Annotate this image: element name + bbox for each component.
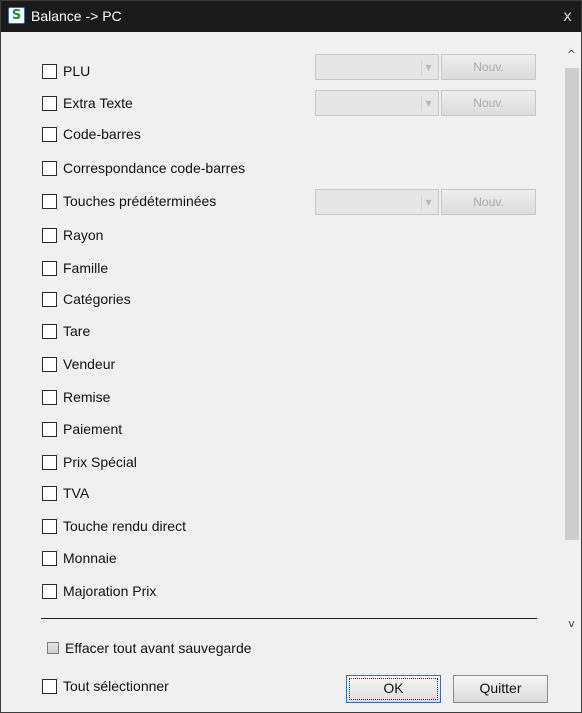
window-title: Balance -> PC bbox=[31, 8, 122, 24]
option-label: Vendeur bbox=[63, 356, 116, 372]
option-tva[interactable]: TVA bbox=[42, 483, 89, 503]
checkbox[interactable] bbox=[42, 63, 57, 79]
app-logo-icon: S bbox=[8, 7, 25, 24]
option-prix-special[interactable]: Prix Spécial bbox=[42, 452, 137, 472]
option-label: PLU bbox=[63, 63, 91, 79]
select-all-option[interactable]: Tout sélectionner bbox=[42, 676, 169, 696]
option-label: Extra Texte bbox=[63, 95, 133, 111]
ok-button[interactable]: OK bbox=[346, 675, 441, 703]
checkbox[interactable] bbox=[42, 421, 57, 437]
option-tare[interactable]: Tare bbox=[42, 321, 90, 341]
chevron-down-icon: ▼ bbox=[421, 195, 435, 210]
quit-button[interactable]: Quitter bbox=[453, 675, 548, 703]
option-label: Touche rendu direct bbox=[63, 518, 186, 534]
checkbox[interactable] bbox=[42, 95, 57, 111]
option-label: Majoration Prix bbox=[63, 583, 157, 599]
option-label: Rayon bbox=[63, 227, 104, 243]
checkbox[interactable] bbox=[42, 291, 57, 307]
option-vendeur[interactable]: Vendeur bbox=[42, 354, 115, 374]
option-touche-rendu-direct[interactable]: Touche rendu direct bbox=[42, 516, 186, 536]
checkbox[interactable] bbox=[42, 227, 57, 243]
checkbox[interactable] bbox=[42, 454, 57, 470]
option-famille[interactable]: Famille bbox=[42, 258, 108, 278]
plu-combo[interactable]: ▼ bbox=[315, 54, 439, 80]
scroll-thumb[interactable] bbox=[565, 68, 579, 540]
option-label: Remise bbox=[63, 389, 111, 405]
option-label: Code-barres bbox=[63, 126, 141, 142]
option-correspondance-code-barres[interactable]: Correspondance code-barres bbox=[42, 158, 245, 178]
checkbox[interactable] bbox=[42, 678, 57, 694]
option-paiement[interactable]: Paiement bbox=[42, 419, 122, 439]
option-label: Prix Spécial bbox=[63, 454, 137, 470]
checkbox[interactable] bbox=[42, 260, 57, 276]
option-rayon[interactable]: Rayon bbox=[42, 225, 103, 245]
options-panel: PLU ▼ Nouv. Extra Texte ▼ Nouv. Code-bar… bbox=[4, 32, 580, 632]
checkbox[interactable] bbox=[42, 193, 57, 209]
checkbox[interactable] bbox=[42, 518, 57, 534]
checkbox[interactable] bbox=[42, 323, 57, 339]
option-touches-predeterminees[interactable]: Touches prédéterminées bbox=[42, 191, 216, 211]
divider bbox=[41, 618, 537, 619]
chevron-down-icon: ▼ bbox=[421, 60, 435, 75]
vertical-scrollbar[interactable]: ^ v bbox=[563, 46, 580, 632]
option-extra-texte[interactable]: Extra Texte bbox=[42, 93, 133, 113]
option-code-barres[interactable]: Code-barres bbox=[42, 124, 141, 144]
checkbox[interactable] bbox=[47, 642, 59, 654]
scroll-down-icon[interactable]: v bbox=[563, 615, 580, 632]
option-label: Monnaie bbox=[63, 550, 117, 566]
chevron-down-icon: ▼ bbox=[421, 96, 435, 111]
checkbox[interactable] bbox=[42, 160, 57, 176]
option-label: Tare bbox=[63, 323, 91, 339]
select-all-label: Tout sélectionner bbox=[63, 678, 169, 694]
checkbox[interactable] bbox=[42, 356, 57, 372]
checkbox[interactable] bbox=[42, 389, 57, 405]
clear-before-save-option[interactable]: Effacer tout avant sauvegarde bbox=[47, 638, 252, 658]
title-bar[interactable]: S Balance -> PC x bbox=[1, 1, 581, 32]
plu-new-button[interactable]: Nouv. bbox=[441, 54, 536, 80]
option-label: Famille bbox=[63, 260, 109, 276]
checkbox[interactable] bbox=[42, 583, 57, 599]
scroll-up-icon[interactable]: ^ bbox=[563, 46, 580, 63]
dialog-window: S Balance -> PC x PLU ▼ Nouv. Extra Text… bbox=[0, 0, 582, 713]
touches-new-button[interactable]: Nouv. bbox=[441, 189, 536, 215]
option-remise[interactable]: Remise bbox=[42, 387, 110, 407]
option-categories[interactable]: Catégories bbox=[42, 289, 131, 309]
touches-combo[interactable]: ▼ bbox=[315, 189, 439, 215]
option-label: Catégories bbox=[63, 291, 131, 307]
extra-texte-new-button[interactable]: Nouv. bbox=[441, 90, 536, 116]
option-label: Correspondance code-barres bbox=[63, 160, 246, 176]
checkbox[interactable] bbox=[42, 126, 57, 142]
option-label: Paiement bbox=[63, 421, 123, 437]
option-monnaie[interactable]: Monnaie bbox=[42, 548, 117, 568]
option-plu[interactable]: PLU bbox=[42, 61, 90, 81]
option-label: Touches prédéterminées bbox=[63, 193, 217, 209]
extra-texte-combo[interactable]: ▼ bbox=[315, 90, 439, 116]
checkbox[interactable] bbox=[42, 485, 57, 501]
option-label: TVA bbox=[63, 485, 90, 501]
clear-before-save-label: Effacer tout avant sauvegarde bbox=[65, 640, 252, 656]
close-button[interactable]: x bbox=[563, 7, 572, 25]
checkbox[interactable] bbox=[42, 550, 57, 566]
option-majoration-prix[interactable]: Majoration Prix bbox=[42, 581, 156, 601]
